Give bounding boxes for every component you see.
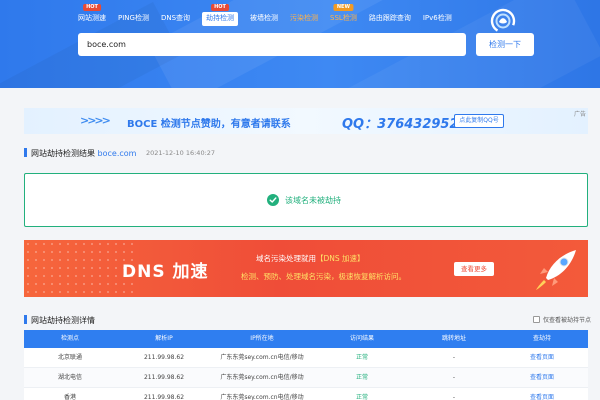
table-header: 检测点 解析IP IP所在地 访问结果 跳转地址 查劫持 (24, 330, 588, 348)
table-body: 北京联通 211.99.98.62 广东东莞sey.com.cn电信/移动 正常… (24, 348, 588, 400)
dns-ad-headline-prefix: 域名污染处理就用 (256, 254, 316, 263)
search-button[interactable]: 检测一下 (476, 33, 534, 56)
checkbox[interactable] (533, 316, 540, 323)
nav-item-label: DNS查询 (160, 14, 191, 22)
copy-qq-button[interactable]: 点此复制QQ号 (454, 114, 504, 128)
nav-item-ssl-check[interactable]: NEW SSL检测 (330, 4, 357, 26)
nav-item-ping[interactable]: PING检测 (118, 12, 149, 26)
nav-badge: HOT (83, 4, 101, 11)
nav-item-label: IPv6检测 (422, 14, 452, 22)
filter-label: 仅查看被劫持节点 (543, 317, 592, 324)
dns-ad-description: 检测、预防、处理域名污染，极速恢复解析访问。 (241, 272, 406, 281)
ad-tag: 广告 (573, 111, 586, 118)
cell-node: 北京联通 (57, 354, 82, 361)
column-header[interactable]: 查劫持 (496, 330, 588, 348)
result-timestamp: 2021-12-10 16:40:27 (146, 149, 216, 157)
nav-item-label: 路由跟踪查询 (368, 14, 411, 22)
result-status-box: 该域名未被劫持 (24, 173, 588, 227)
main-nav: HOT 网站测速 PING检测 DNS查询 HOT 劫持检测 被墙检测 污染检测… (78, 4, 464, 26)
table-row: 湖北电信 211.99.98.62 广东东莞sey.com.cn电信/移动 正常… (24, 368, 588, 388)
dns-acceleration-ad[interactable]: DNS 加速 域名污染处理就用【DNS 加速】 检测、预防、处理域名污染，极速恢… (24, 240, 588, 297)
nav-item-label: 污染检测 (290, 14, 319, 22)
nav-item-blocked-check[interactable]: 被墙检测 (250, 12, 278, 26)
section-marker (24, 315, 27, 324)
nav-item-traceroute[interactable]: 路由跟踪查询 (369, 12, 411, 26)
cell-redirect: - (452, 354, 456, 361)
nav-item-ipv6-check[interactable]: IPv6检测 (423, 12, 452, 26)
nav-item-hijack-check[interactable]: HOT 劫持检测 (202, 4, 239, 26)
dns-ad-title: DNS 加速 (122, 262, 209, 282)
cell-redirect: - (452, 394, 456, 400)
details-section-title: 网站劫持检测详情 (31, 316, 95, 325)
cell-node: 香港 (63, 394, 76, 400)
cell-result: 正常 (355, 394, 368, 400)
section-marker (24, 148, 27, 157)
nav-item-label: SSL检测 (330, 14, 357, 22)
check-circle-icon (267, 194, 279, 206)
only-hijacked-filter[interactable]: 仅查看被劫持节点 (533, 315, 591, 324)
nav-item-label: 劫持检测 (206, 14, 235, 22)
result-message: 该域名未被劫持 (285, 196, 341, 205)
cell-location: 广东东莞sey.com.cn电信/移动 (220, 354, 304, 361)
cell-ip: 211.99.98.62 (143, 354, 185, 361)
nav-item-label: 被墙检测 (250, 14, 279, 22)
cell-location: 广东东莞sey.com.cn电信/移动 (220, 394, 304, 400)
cell-result: 正常 (355, 354, 368, 361)
rocket-icon (536, 250, 576, 290)
view-more-button[interactable]: 查看更多 (454, 262, 494, 276)
nav-badge: HOT (211, 4, 229, 11)
result-domain-link[interactable]: boce.com (98, 149, 137, 158)
nav-item-pollution-check[interactable]: 污染检测 (290, 12, 318, 26)
view-page-link[interactable]: 查看页面 (496, 368, 588, 387)
nav-item-label: PING检测 (118, 14, 149, 22)
cell-redirect: - (452, 374, 456, 381)
nav-item-dns-query[interactable]: DNS查询 (161, 12, 190, 26)
column-header[interactable]: IP所在地 (212, 330, 312, 348)
sponsor-ad-text: BOCE 检测节点赞助，有意者请联系 (127, 119, 291, 130)
table-row: 北京联通 211.99.98.62 广东东莞sey.com.cn电信/移动 正常… (24, 348, 588, 368)
cell-ip: 211.99.98.62 (143, 374, 185, 381)
cell-node: 湖北电信 (57, 374, 82, 381)
sponsor-ad-banner[interactable]: >>>> BOCE 检测节点赞助，有意者请联系 QQ：376432952 点此复… (24, 108, 588, 134)
view-page-link[interactable]: 查看页面 (496, 348, 588, 367)
cell-ip: 211.99.98.62 (143, 394, 185, 400)
result-title-text: 网站劫持检测结果 (31, 149, 95, 158)
cell-result: 正常 (355, 374, 368, 381)
cell-location: 广东东莞sey.com.cn电信/移动 (220, 374, 304, 381)
result-section-title: 网站劫持检测结果 boce.com (31, 148, 136, 159)
domain-search-input[interactable] (78, 33, 466, 56)
dot-pattern-decoration (24, 240, 134, 297)
column-header[interactable]: 跳转地址 (412, 330, 496, 348)
chevrons-icon: >>>> (80, 114, 111, 127)
column-header[interactable]: 访问结果 (312, 330, 412, 348)
table-row: 香港 211.99.98.62 广东东莞sey.com.cn电信/移动 正常 -… (24, 388, 588, 400)
header-banner: HOT 网站测速 PING检测 DNS查询 HOT 劫持检测 被墙检测 污染检测… (0, 0, 600, 88)
hijack-details-table: 检测点 解析IP IP所在地 访问结果 跳转地址 查劫持 北京联通 211.99… (24, 330, 588, 400)
nav-item-speed-test[interactable]: HOT 网站测速 (78, 4, 106, 26)
dns-ad-headline-highlight: 【DNS 加速】 (316, 254, 365, 263)
nav-badge: NEW (333, 4, 353, 11)
column-header[interactable]: 检测点 (24, 330, 116, 348)
dns-ad-headline: 域名污染处理就用【DNS 加速】 (256, 253, 365, 264)
column-header[interactable]: 解析IP (116, 330, 212, 348)
sponsor-ad-qq: QQ：376432952 (342, 117, 459, 132)
boce-logo-icon[interactable] (486, 8, 520, 34)
view-page-link[interactable]: 查看页面 (496, 388, 588, 400)
nav-item-label: 网站测速 (78, 14, 106, 22)
